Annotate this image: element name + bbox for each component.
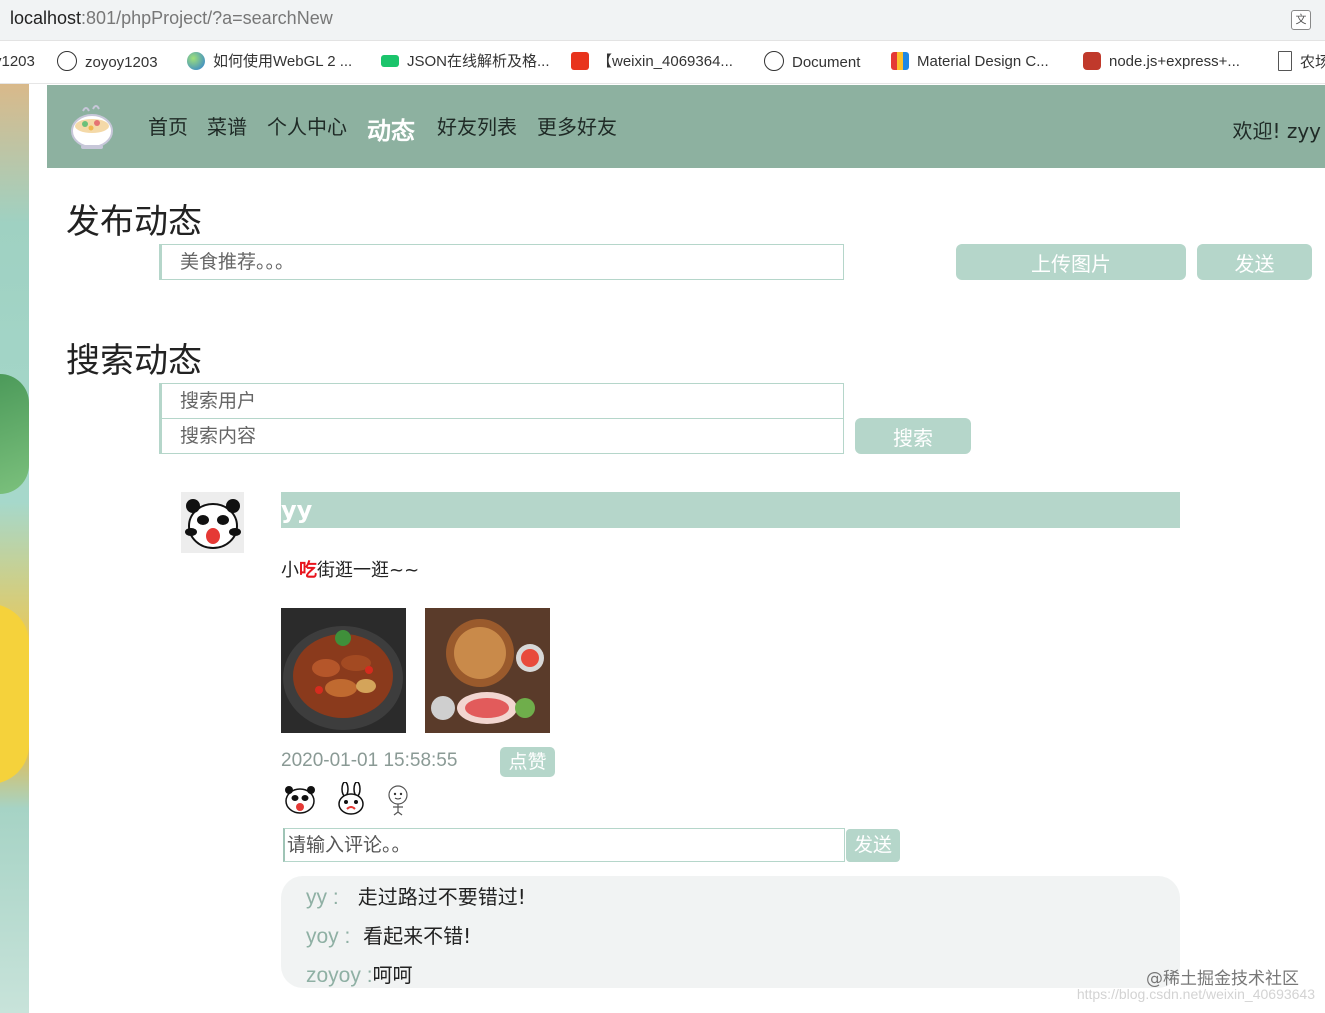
top-navbar: 首页 菜谱 个人中心 动态 好友列表 更多好友 欢迎! zyy (47, 85, 1325, 168)
leaf-decoration (0, 374, 29, 494)
globe-icon (187, 52, 205, 70)
liker-avatar-cartoon-icon[interactable] (381, 782, 415, 816)
post-content: 小吃街逛一逛~~ (281, 560, 420, 581)
comment-text: 走过路过不要错过! (357, 885, 526, 909)
panda-icon (764, 51, 784, 71)
post-photo[interactable] (425, 608, 550, 733)
json-icon (381, 55, 399, 67)
nav-recipes[interactable]: 菜谱 (207, 111, 247, 140)
comment-user[interactable]: yoy : (306, 925, 350, 948)
lemon-decoration (0, 604, 29, 784)
comment-user[interactable]: yy : (306, 886, 339, 909)
bookmarks-bar: y1203 zoyoy1203 如何使用WebGL 2 ... JSON在线解析… (0, 41, 1325, 84)
comment-text: 看起来不错! (363, 924, 472, 948)
bookmark-item[interactable]: Document (764, 51, 860, 73)
search-title: 搜索动态 (66, 341, 202, 381)
bookmark-item[interactable]: 【weixin_4069364... (571, 51, 733, 73)
bookmark-item[interactable]: 农场 (1278, 51, 1325, 73)
nav-friends[interactable]: 好友列表 (437, 111, 517, 140)
csdn-icon (571, 52, 589, 70)
bookmark-item[interactable]: 如何使用WebGL 2 ... (187, 51, 352, 73)
post-photo[interactable] (281, 608, 406, 733)
bookmark-item[interactable]: y1203 (0, 51, 35, 73)
nav-moments[interactable]: 动态 (367, 111, 415, 146)
url-path: :801/phpProject/?a=searchNew (81, 8, 333, 28)
palette-icon (891, 52, 909, 70)
publish-input[interactable] (159, 244, 844, 280)
food-photo-1 (281, 608, 406, 733)
publish-title: 发布动态 (66, 202, 202, 242)
comment-user[interactable]: zoyoy : (306, 964, 373, 987)
comment-send-button[interactable]: 发送 (846, 829, 900, 862)
like-button[interactable]: 点赞 (500, 747, 555, 777)
nav-home[interactable]: 首页 (148, 111, 188, 140)
comment-item: zoyoy :呵呵 (306, 959, 413, 988)
publish-send-button[interactable]: 发送 (1197, 244, 1312, 280)
highlight-keyword: 吃 (299, 560, 317, 581)
post-username[interactable]: yy (281, 496, 312, 524)
url-text[interactable]: localhost:801/phpProject/?a=searchNew (10, 8, 333, 29)
food-photo-2 (425, 608, 550, 733)
search-user-input[interactable] (159, 383, 844, 419)
bookmark-item[interactable]: node.js+express+... (1083, 51, 1240, 73)
watermark-url: https://blog.csdn.net/weixin_40693643 (1076, 986, 1315, 1002)
comment-list: yy : 走过路过不要错过! yoy : 看起来不错! zoyoy :呵呵 (281, 876, 1180, 988)
bowl-logo-icon[interactable] (69, 101, 115, 151)
avatar[interactable] (181, 492, 244, 553)
page-icon (1278, 51, 1292, 71)
search-button[interactable]: 搜索 (855, 418, 971, 454)
panda-icon (57, 51, 77, 71)
search-content-input[interactable] (159, 418, 844, 454)
nav-more-friends[interactable]: 更多好友 (537, 111, 617, 140)
bookmark-item[interactable]: JSON在线解析及格... (381, 51, 550, 73)
liker-avatar-panda-icon[interactable] (283, 782, 317, 816)
post-timestamp: 2020-01-01 15:58:55 (281, 750, 458, 771)
comment-item: yoy : 看起来不错! (306, 920, 471, 949)
liker-avatar-rabbit-icon[interactable] (334, 782, 368, 816)
nav-profile[interactable]: 个人中心 (267, 111, 347, 140)
translate-icon[interactable]: 文 (1291, 10, 1311, 30)
panda-avatar-icon (181, 492, 244, 553)
comment-item: yy : 走过路过不要错过! (306, 881, 526, 910)
b-icon (1083, 52, 1101, 70)
comment-input[interactable] (283, 828, 845, 862)
post-header: yy (281, 492, 1180, 528)
bookmark-item[interactable]: zoyoy1203 (57, 51, 158, 73)
upload-image-button[interactable]: 上传图片 (956, 244, 1186, 280)
bookmark-item[interactable]: Material Design C... (891, 51, 1049, 73)
url-host: localhost (10, 8, 82, 28)
background-image-strip (0, 84, 29, 1013)
comment-text: 呵呵 (372, 963, 413, 987)
welcome-text: 欢迎! zyy (1232, 119, 1321, 143)
browser-address-bar[interactable]: localhost:801/phpProject/?a=searchNew 文 (0, 0, 1325, 41)
